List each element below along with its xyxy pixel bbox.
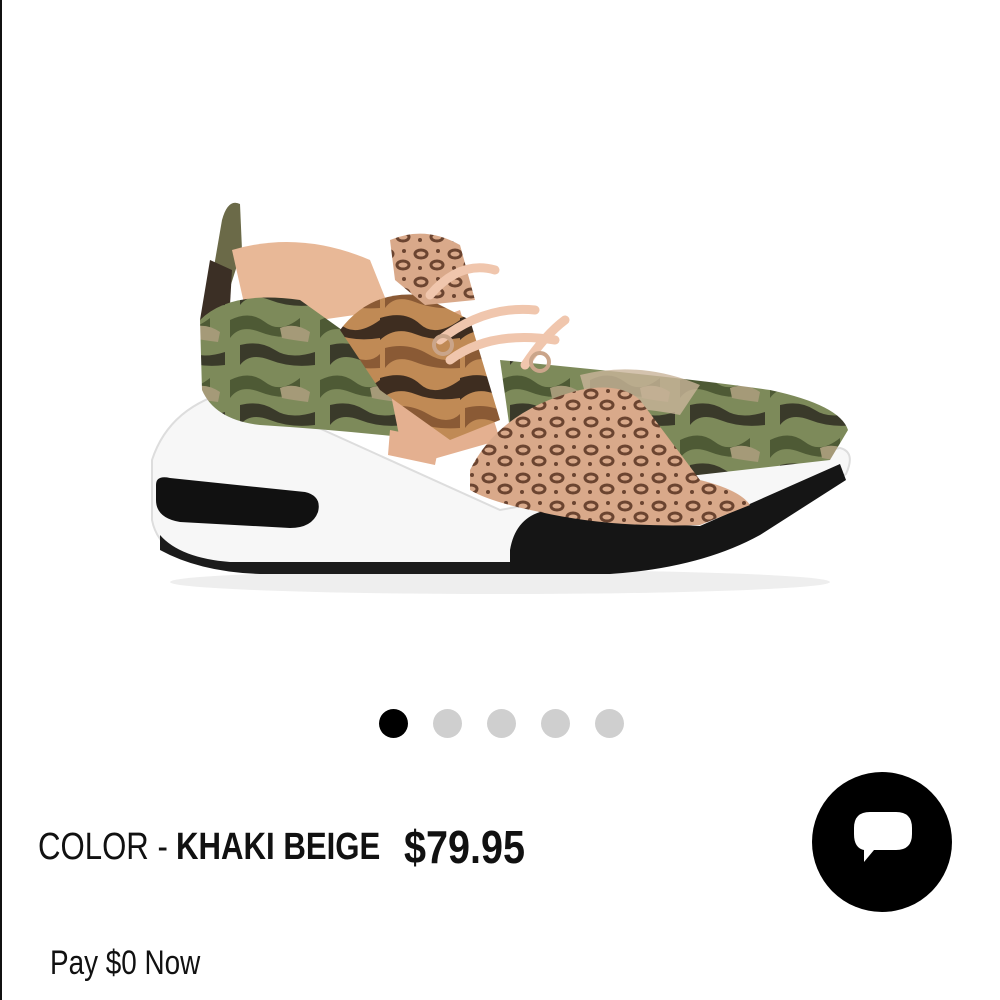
carousel-dot-4[interactable] <box>541 709 570 738</box>
color-label: COLOR - <box>38 826 168 868</box>
pay-now-label: Pay $0 Now <box>50 944 201 982</box>
chat-button[interactable] <box>812 772 952 912</box>
chat-bubble-icon <box>854 812 912 862</box>
sneaker-illustration <box>151 202 851 594</box>
left-border <box>0 0 2 1000</box>
product-page: COLOR - KHAKI BEIGE $79.95 Pay $0 Now <box>0 0 1000 1000</box>
product-price: $79.95 <box>404 821 526 873</box>
color-value: KHAKI BEIGE <box>176 826 381 868</box>
color-selection: COLOR - KHAKI BEIGE <box>38 826 380 869</box>
carousel-dot-1[interactable] <box>379 709 408 738</box>
product-image[interactable] <box>140 190 860 600</box>
image-carousel-indicators <box>379 709 624 738</box>
carousel-dot-3[interactable] <box>487 709 516 738</box>
carousel-dot-2[interactable] <box>433 709 462 738</box>
carousel-dot-5[interactable] <box>595 709 624 738</box>
